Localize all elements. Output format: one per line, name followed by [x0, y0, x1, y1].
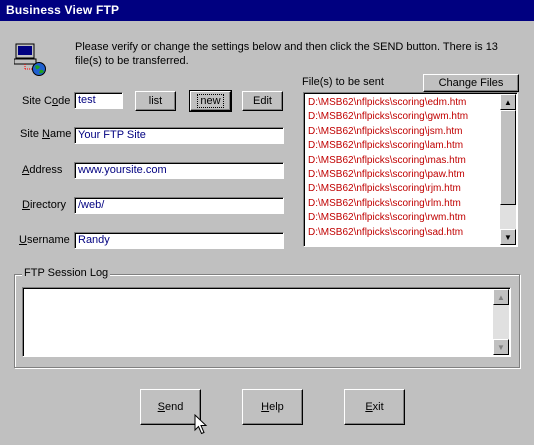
- username-label: Username: [19, 234, 70, 246]
- exit-button-label: Exit: [365, 401, 384, 413]
- address-input[interactable]: www.yoursite.com: [74, 162, 284, 179]
- list-item[interactable]: D:\MSB62\nflpicks\scoring\rwm.htm: [308, 211, 468, 225]
- scroll-thumb[interactable]: [500, 110, 516, 205]
- new-button[interactable]: new: [189, 90, 232, 112]
- list-button[interactable]: list: [135, 91, 176, 111]
- site-code-input[interactable]: test: [74, 92, 123, 109]
- list-item[interactable]: D:\MSB62\nflpicks\scoring\paw.htm: [308, 168, 468, 182]
- title-bar[interactable]: Business View FTP: [0, 0, 534, 21]
- new-button-label: new: [197, 94, 224, 108]
- send-button[interactable]: Send: [140, 389, 201, 425]
- list-item[interactable]: D:\MSB62\nflpicks\scoring\rlm.htm: [308, 197, 468, 211]
- list-item[interactable]: D:\MSB62\nflpicks\scoring\sad.htm: [308, 226, 468, 240]
- username-input[interactable]: Randy: [74, 232, 284, 249]
- list-item[interactable]: D:\MSB62\nflpicks\scoring\lam.htm: [308, 139, 468, 153]
- session-log-group: FTP Session Log ▲ ▼: [14, 267, 520, 368]
- files-listbox[interactable]: D:\MSB62\nflpicks\scoring\edm.htm D:\MSB…: [303, 92, 518, 247]
- scroll-down-icon[interactable]: ▼: [493, 339, 509, 355]
- file-list: D:\MSB62\nflpicks\scoring\edm.htm D:\MSB…: [308, 96, 468, 240]
- site-name-input[interactable]: Your FTP Site: [74, 127, 284, 144]
- mouse-pointer-icon: [194, 414, 208, 435]
- change-files-label: Change Files: [438, 77, 504, 89]
- help-button[interactable]: Help: [242, 389, 303, 425]
- edit-button[interactable]: Edit: [242, 91, 283, 111]
- scroll-up-icon[interactable]: ▲: [493, 289, 509, 305]
- exit-button[interactable]: Exit: [344, 389, 405, 425]
- directory-label: Directory: [22, 199, 67, 211]
- scroll-down-icon[interactable]: ▼: [500, 229, 516, 245]
- computer-globe-icon: [14, 43, 46, 76]
- list-item[interactable]: D:\MSB62\nflpicks\scoring\gwm.htm: [308, 110, 468, 124]
- site-code-label: Site Code: [22, 95, 71, 107]
- files-label: File(s) to be sent: [302, 76, 384, 88]
- list-button-label: list: [148, 95, 163, 107]
- list-item[interactable]: D:\MSB62\nflpicks\scoring\rjm.htm: [308, 182, 468, 196]
- address-label: Address: [22, 164, 63, 176]
- directory-input[interactable]: /web/: [74, 197, 284, 214]
- files-scrollbar[interactable]: ▲ ▼: [500, 94, 516, 245]
- send-button-label: Send: [157, 401, 184, 413]
- site-name-label: Site Name: [20, 128, 72, 140]
- list-item[interactable]: D:\MSB62\nflpicks\scoring\edm.htm: [308, 96, 468, 110]
- intro-text: Please verify or change the settings bel…: [75, 41, 498, 67]
- log-scrollbar[interactable]: ▲ ▼: [493, 289, 509, 355]
- scroll-up-icon[interactable]: ▲: [500, 94, 516, 110]
- list-item[interactable]: D:\MSB62\nflpicks\scoring\mas.htm: [308, 154, 468, 168]
- edit-button-label: Edit: [253, 95, 272, 107]
- session-log-textarea[interactable]: ▲ ▼: [22, 287, 511, 357]
- help-button-label: Help: [261, 401, 284, 413]
- session-log-label: FTP Session Log: [22, 267, 111, 279]
- ftp-window: Business View FTP Please verify or chang…: [0, 0, 534, 445]
- list-item[interactable]: D:\MSB62\nflpicks\scoring\jsm.htm: [308, 125, 468, 139]
- window-title: Business View FTP: [6, 3, 120, 17]
- change-files-button[interactable]: Change Files: [423, 74, 519, 92]
